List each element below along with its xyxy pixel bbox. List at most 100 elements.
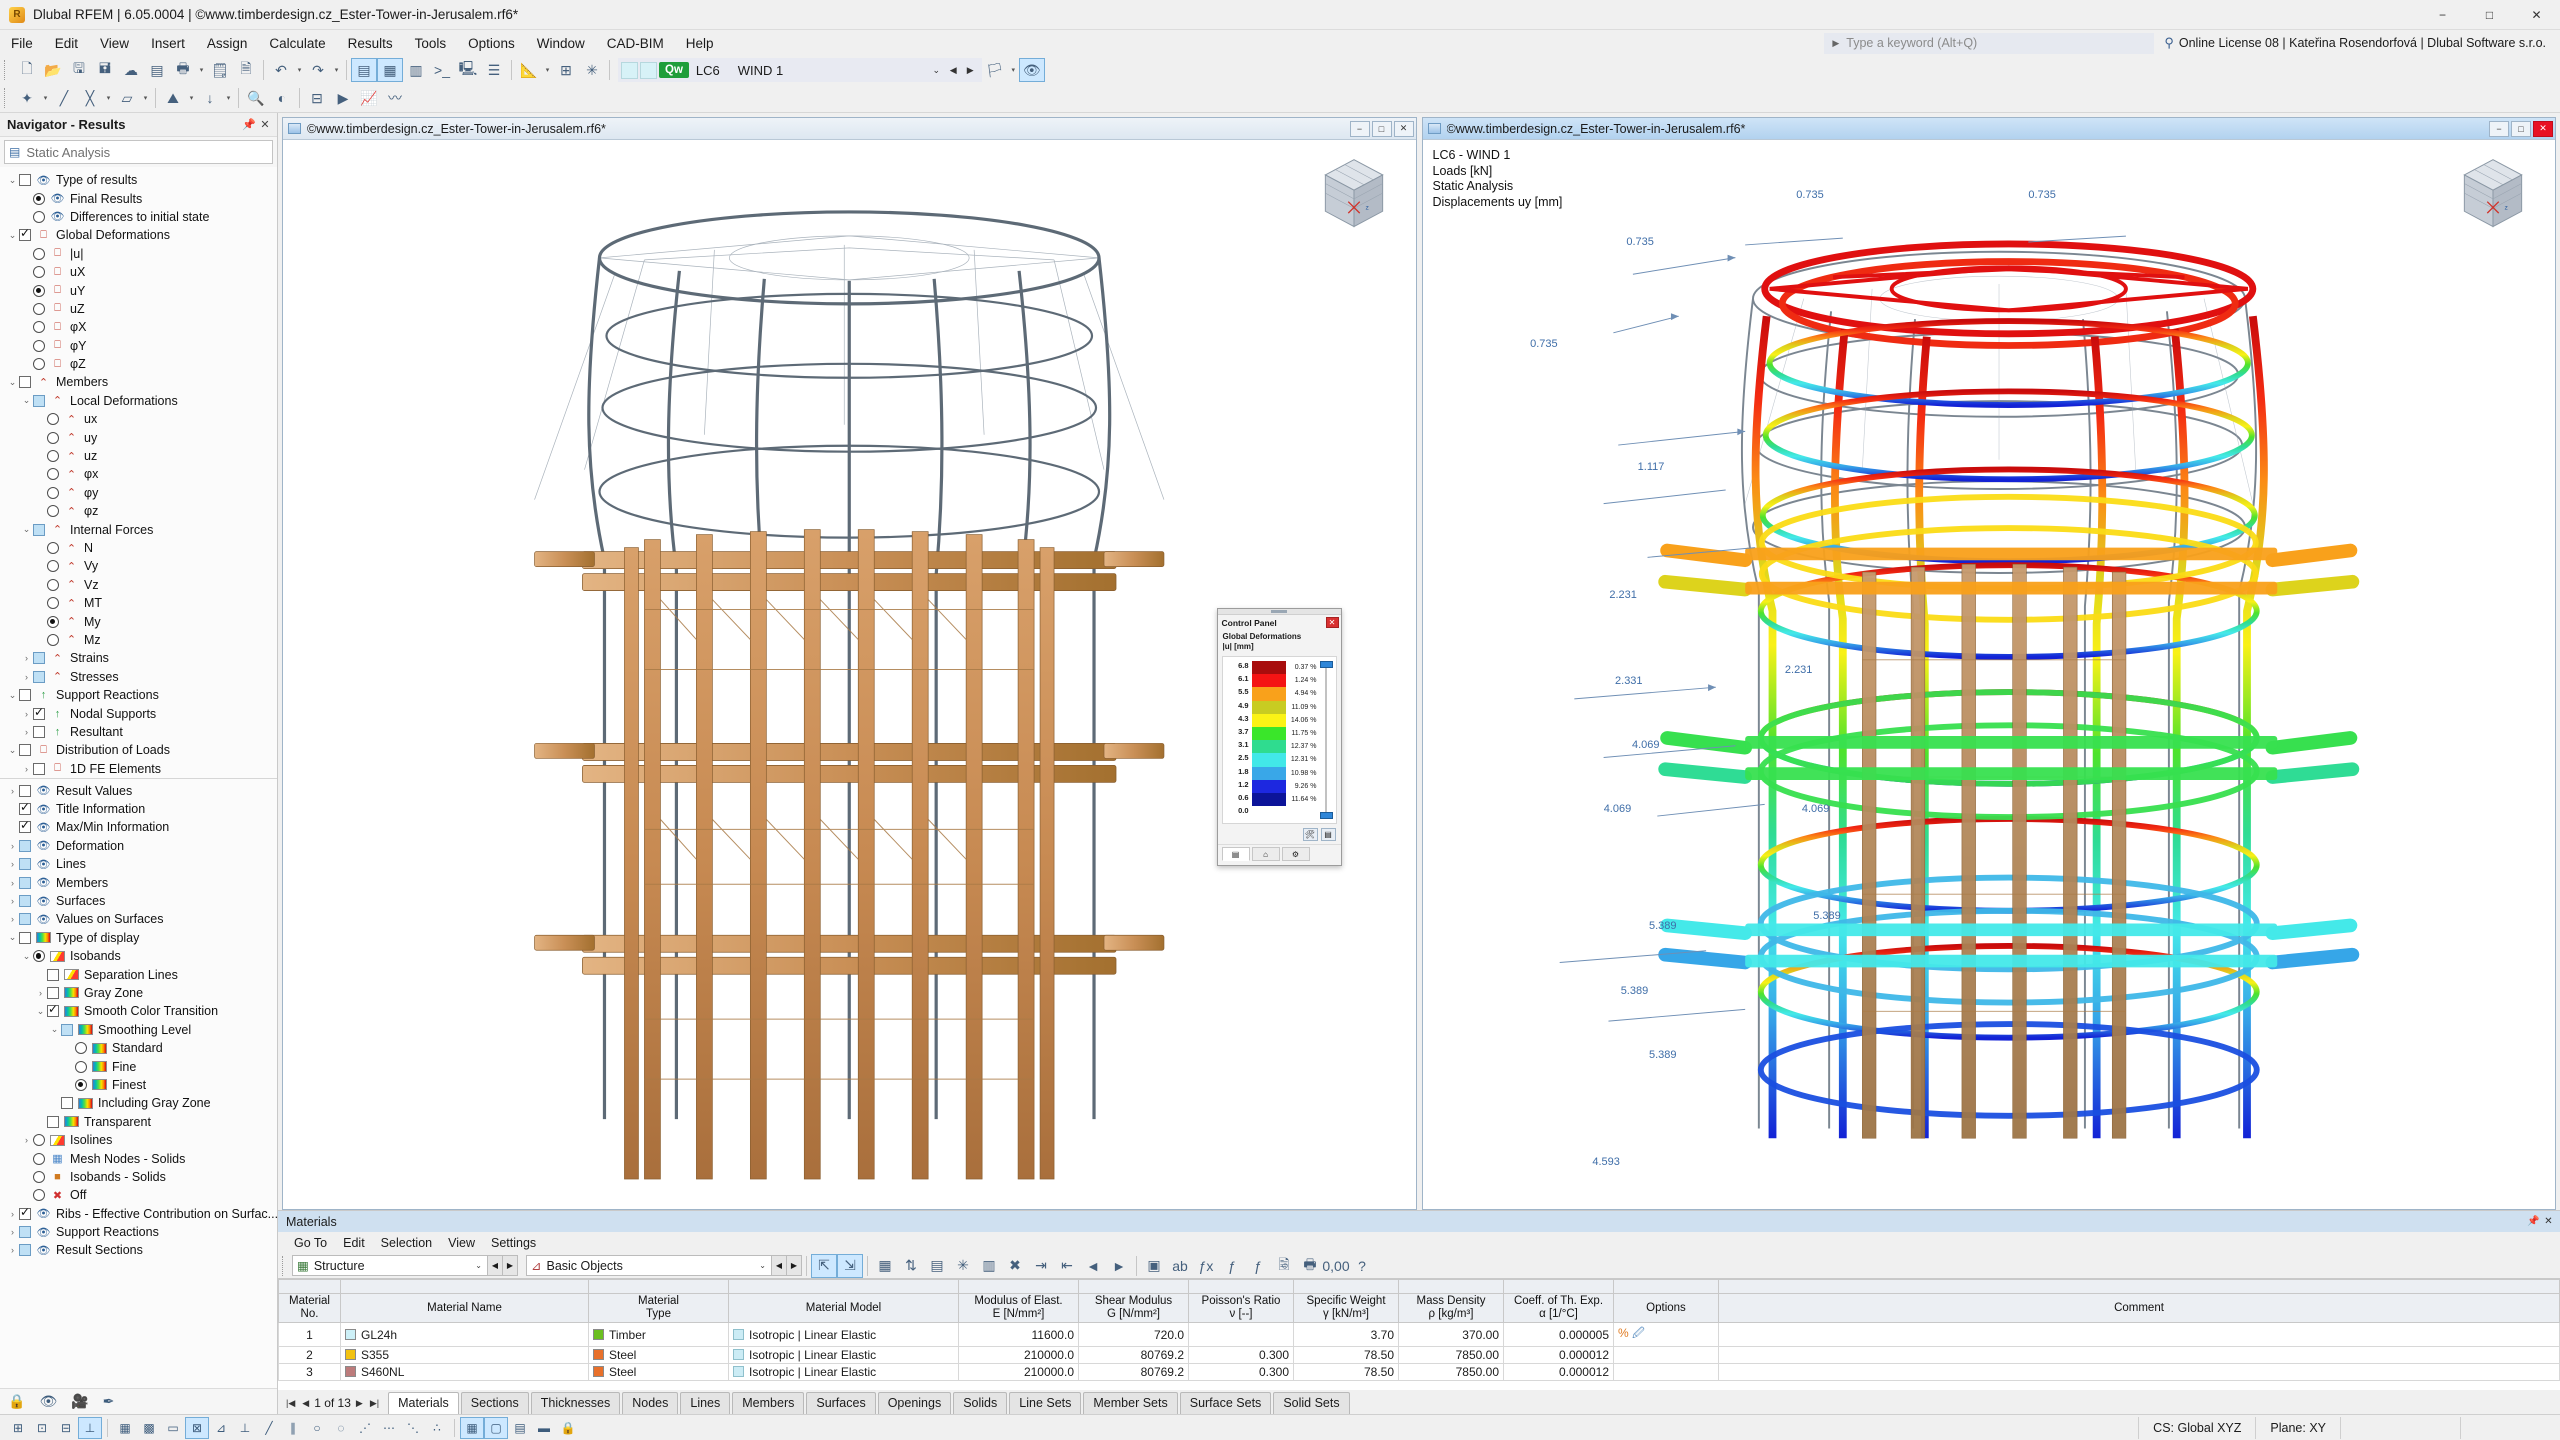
tree-item[interactable]: ›⌃Stresses [0, 668, 277, 686]
calculate-icon[interactable]: ▶ [330, 86, 356, 110]
tree-radio[interactable] [47, 579, 59, 591]
table-tab-line-sets[interactable]: Line Sets [1009, 1392, 1081, 1414]
tree-expander[interactable]: › [6, 1209, 19, 1219]
tree-item[interactable]: ›👁Support Reactions [0, 1223, 277, 1241]
circle-icon[interactable]: ○ [305, 1417, 329, 1439]
percent-option-icon[interactable]: % [1618, 1326, 1629, 1340]
slider-thumb-upper[interactable] [1320, 661, 1333, 668]
tree-checkbox[interactable] [19, 877, 31, 889]
dots-icon[interactable]: ∴ [425, 1417, 449, 1439]
table-row[interactable]: 1GL24hTimberIsotropic | Linear Elastic11… [279, 1323, 2560, 1347]
formula-icon[interactable]: ƒx [1193, 1254, 1219, 1278]
tree-item[interactable]: ■Isobands - Solids [0, 1168, 277, 1186]
tree-checkbox[interactable] [19, 913, 31, 925]
next-page-icon[interactable]: ▶ [354, 1398, 365, 1409]
new-line-icon[interactable]: ╱ [51, 86, 77, 110]
tab-display-factors[interactable]: ⌂ [1252, 847, 1280, 861]
new-support-icon[interactable]: ⛰ [160, 86, 186, 110]
table-pin-icon[interactable]: 📌 [2526, 1214, 2541, 1229]
tree-item[interactable]: ⌃Vy [0, 557, 277, 575]
undo-icon[interactable]: ↶ [268, 58, 294, 82]
formula-edit-icon[interactable]: ƒ [1219, 1254, 1245, 1278]
tab-color-scale[interactable]: ▤ [1222, 847, 1250, 861]
tree-item[interactable]: ⌄👁Type of results [0, 171, 277, 189]
mesh-icon[interactable]: ⊟ [304, 86, 330, 110]
parallel-icon[interactable]: ∥ [281, 1417, 305, 1439]
tree-radio[interactable] [33, 303, 45, 315]
table-tab-members[interactable]: Members [732, 1392, 804, 1414]
table-tab-surfaces[interactable]: Surfaces [806, 1392, 875, 1414]
grid-display-icon[interactable]: ▦ [113, 1417, 137, 1439]
report-icon[interactable]: ▤ [144, 58, 170, 82]
result-diagram-icon[interactable]: 📈 [356, 86, 382, 110]
cell-modulus-e[interactable]: 210000.0 [959, 1347, 1079, 1364]
redo-icon[interactable]: ↷ [305, 58, 331, 82]
structure-filter-select[interactable]: ▦ Structure ⌄ [292, 1255, 488, 1276]
node-dropdown-icon[interactable]: ▾ [40, 86, 51, 110]
tree-checkbox[interactable] [19, 840, 31, 852]
tree-radio[interactable] [33, 1171, 45, 1183]
cell-thermal-coeff[interactable]: 0.000012 [1504, 1347, 1614, 1364]
tree-item[interactable]: ›👁Ribs - Effective Contribution on Surfa… [0, 1204, 277, 1222]
chevron-down-icon[interactable]: ⌄ [470, 1261, 487, 1270]
tree-radio[interactable] [33, 1189, 45, 1201]
table-menu-goto[interactable]: Go To [286, 1234, 335, 1252]
tree-item[interactable]: ›⎕1D FE Elements [0, 760, 277, 778]
tree-item[interactable]: 👁Final Results [0, 189, 277, 207]
table-tab-sections[interactable]: Sections [461, 1392, 529, 1414]
tree-checkbox[interactable] [33, 763, 45, 775]
new-member-icon[interactable]: ╳ [77, 86, 103, 110]
tree-item[interactable]: Fine [0, 1057, 277, 1075]
tree-radio[interactable] [33, 211, 45, 223]
filter-dropdown-icon[interactable]: ▾ [1008, 58, 1019, 82]
render-mode-icon[interactable]: ◐ [269, 86, 295, 110]
delete-row-icon[interactable]: ✖ [1002, 1254, 1028, 1278]
eye-icon[interactable]: 👁 [39, 1393, 57, 1410]
tree-item[interactable]: ⌃N [0, 539, 277, 557]
table-toolbar-grip[interactable] [282, 1256, 289, 1276]
tree-item[interactable]: ⌄⎕Distribution of Loads [0, 741, 277, 759]
toolbar-grip-2[interactable] [4, 88, 11, 108]
save-icon[interactable]: 🖫 [66, 58, 92, 82]
cell-modulus-g[interactable]: 80769.2 [1079, 1364, 1189, 1381]
tree-item[interactable]: ›👁Surfaces [0, 892, 277, 910]
cell-modulus-g[interactable]: 720.0 [1079, 1323, 1189, 1347]
tree-item[interactable]: ⌄⌃Internal Forces [0, 520, 277, 538]
tree-checkbox[interactable] [19, 1226, 31, 1238]
tree-expander[interactable]: ⌄ [20, 951, 33, 962]
lock-icon[interactable]: 🔒 [8, 1393, 25, 1410]
lock-view-icon[interactable]: 🔒 [556, 1417, 580, 1439]
menu-insert[interactable]: Insert [140, 33, 196, 54]
diagonal-icon[interactable]: ⊿ [209, 1417, 233, 1439]
cell-comment[interactable] [1719, 1364, 2560, 1381]
tree-expander[interactable]: ⌄ [6, 377, 19, 388]
table-column-header[interactable]: Comment [1719, 1294, 2560, 1323]
table-column-header[interactable]: MaterialNo. [279, 1294, 341, 1323]
cell-comment[interactable] [1719, 1347, 2560, 1364]
scripting-icon[interactable]: 🖳 [455, 58, 481, 82]
snap-grid-icon[interactable]: ⊞ [6, 1417, 30, 1439]
cell-specific-weight[interactable]: 3.70 [1294, 1323, 1399, 1347]
table-row[interactable]: 2S355SteelIsotropic | Linear Elastic2100… [279, 1347, 2560, 1364]
table-column-header[interactable]: Modulus of Elast.E [N/mm²] [959, 1294, 1079, 1323]
slider-thumb-lower[interactable] [1320, 812, 1333, 819]
tree-item[interactable]: ›Isolines [0, 1131, 277, 1149]
tree-item[interactable]: ›⌃Strains [0, 649, 277, 667]
columns-icon[interactable]: ▥ [976, 1254, 1002, 1278]
grid-view-icon[interactable]: ▦ [872, 1254, 898, 1278]
alphabet-icon[interactable]: ab [1167, 1254, 1193, 1278]
member-dropdown-icon[interactable]: ▾ [103, 86, 114, 110]
remove-row-icon[interactable]: ⇤ [1054, 1254, 1080, 1278]
tree-item[interactable]: ›👁Members [0, 873, 277, 891]
move-left-icon[interactable]: ◄ [1080, 1254, 1106, 1278]
viewport-left-maximize[interactable]: □ [1372, 121, 1392, 137]
menu-cad-bim[interactable]: CAD-BIM [596, 33, 675, 54]
properties-panel-icon[interactable]: ▥ [403, 58, 429, 82]
menu-calculate[interactable]: Calculate [258, 33, 336, 54]
structure-prev-icon[interactable]: ◀ [488, 1255, 503, 1276]
tree-radio[interactable] [47, 487, 59, 499]
tree-expander[interactable]: ⌄ [6, 745, 19, 756]
tree-item[interactable]: ⌃MT [0, 594, 277, 612]
select-all-icon[interactable]: ⇲ [837, 1254, 863, 1278]
measure-icon[interactable]: 📐 [516, 58, 542, 82]
